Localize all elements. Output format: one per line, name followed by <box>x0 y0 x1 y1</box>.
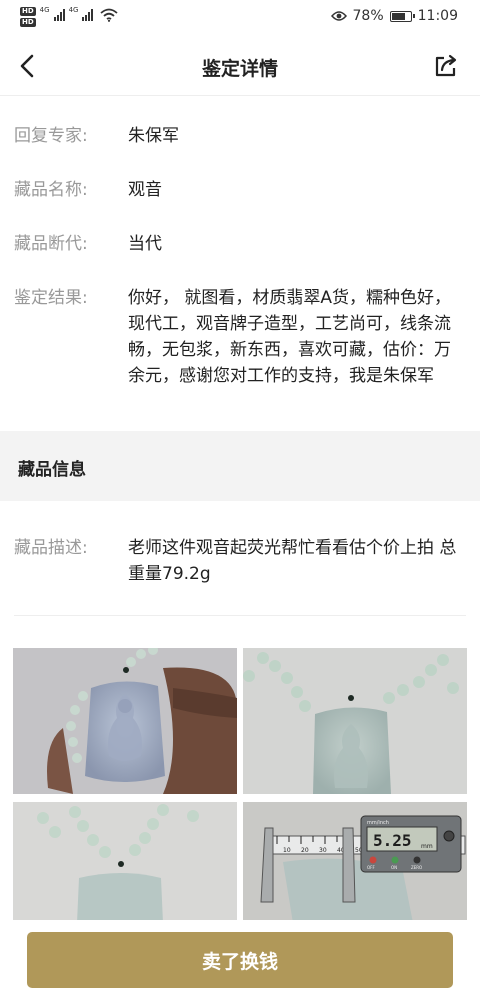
caliper-off: OFF <box>367 865 375 870</box>
description-label: 藏品描述: <box>14 538 88 558</box>
caliper-photo[interactable]: 10 20 30 40 50 mm/inch 5.25 mm OFF ON ZE… <box>243 802 467 923</box>
expert-label: 回复专家: <box>14 126 88 146</box>
share-icon <box>435 54 457 77</box>
bottom-bar: 卖了换钱 <box>0 920 480 996</box>
clock: 11:09 <box>417 8 458 24</box>
caliper-on: ON <box>391 865 397 870</box>
description-row: 藏品描述: 老师这件观音起荧光帮忙看看估个价上拍 总重量79.2g <box>14 535 460 587</box>
item-photo[interactable] <box>13 648 237 794</box>
result-label: 鉴定结果: <box>14 288 88 308</box>
hd-badge: HD <box>20 7 36 16</box>
sell-button[interactable]: 卖了换钱 <box>27 932 453 988</box>
status-right: 78% 11:09 <box>330 8 458 24</box>
result-value: 你好， 就图看，材质翡翠A货，糯种色好，现代工，观音牌子造型，工艺尚可，线条流畅… <box>128 288 452 386</box>
battery-percent: 78% <box>352 8 384 24</box>
description-value: 老师这件观音起荧光帮忙看看估个价上拍 总重量79.2g <box>128 538 457 584</box>
ruler-mark: 20 <box>301 847 309 854</box>
caliper-brand: mm/inch <box>367 820 389 826</box>
result-row: 鉴定结果: 你好， 就图看，材质翡翠A货，糯种色好，现代工，观音牌子造型，工艺尚… <box>14 285 460 389</box>
divider <box>14 615 466 616</box>
caliper-zero: ZERO <box>411 865 422 870</box>
expert-row: 回复专家: 朱保军 <box>14 123 460 149</box>
caliper-unit: mm <box>421 843 433 850</box>
ruler-mark: 10 <box>283 847 291 854</box>
collection-info-header: 藏品信息 <box>0 431 480 501</box>
share-button[interactable] <box>432 52 460 80</box>
item-name-value: 观音 <box>128 180 162 200</box>
item-photo[interactable] <box>13 802 237 923</box>
caliper-reading: 5.25 <box>373 831 412 850</box>
page-title: 鉴定详情 <box>201 58 278 80</box>
ruler-mark: 30 <box>319 847 327 854</box>
expert-value: 朱保军 <box>128 126 179 146</box>
status-left: HD HD 4G 4G <box>20 6 119 27</box>
wifi-icon <box>100 8 119 22</box>
hd-badge: HD <box>20 18 36 27</box>
item-name-row: 藏品名称: 观音 <box>14 177 460 203</box>
section-title: 藏品信息 <box>18 460 86 480</box>
era-label: 藏品断代: <box>14 234 88 254</box>
eye-icon <box>330 11 347 21</box>
battery-icon <box>389 10 415 22</box>
status-bar: HD HD 4G 4G 78% 11:09 <box>0 0 480 36</box>
era-row: 藏品断代: 当代 <box>14 231 460 257</box>
nav-bar: 鉴定详情 <box>0 36 480 96</box>
signal-icon <box>82 9 94 21</box>
item-photo[interactable] <box>243 648 467 794</box>
era-value: 当代 <box>128 234 162 254</box>
item-name-label: 藏品名称: <box>14 180 88 200</box>
signal-icon <box>53 9 65 21</box>
network-type: 4G <box>39 6 50 14</box>
network-type: 4G <box>68 6 79 14</box>
